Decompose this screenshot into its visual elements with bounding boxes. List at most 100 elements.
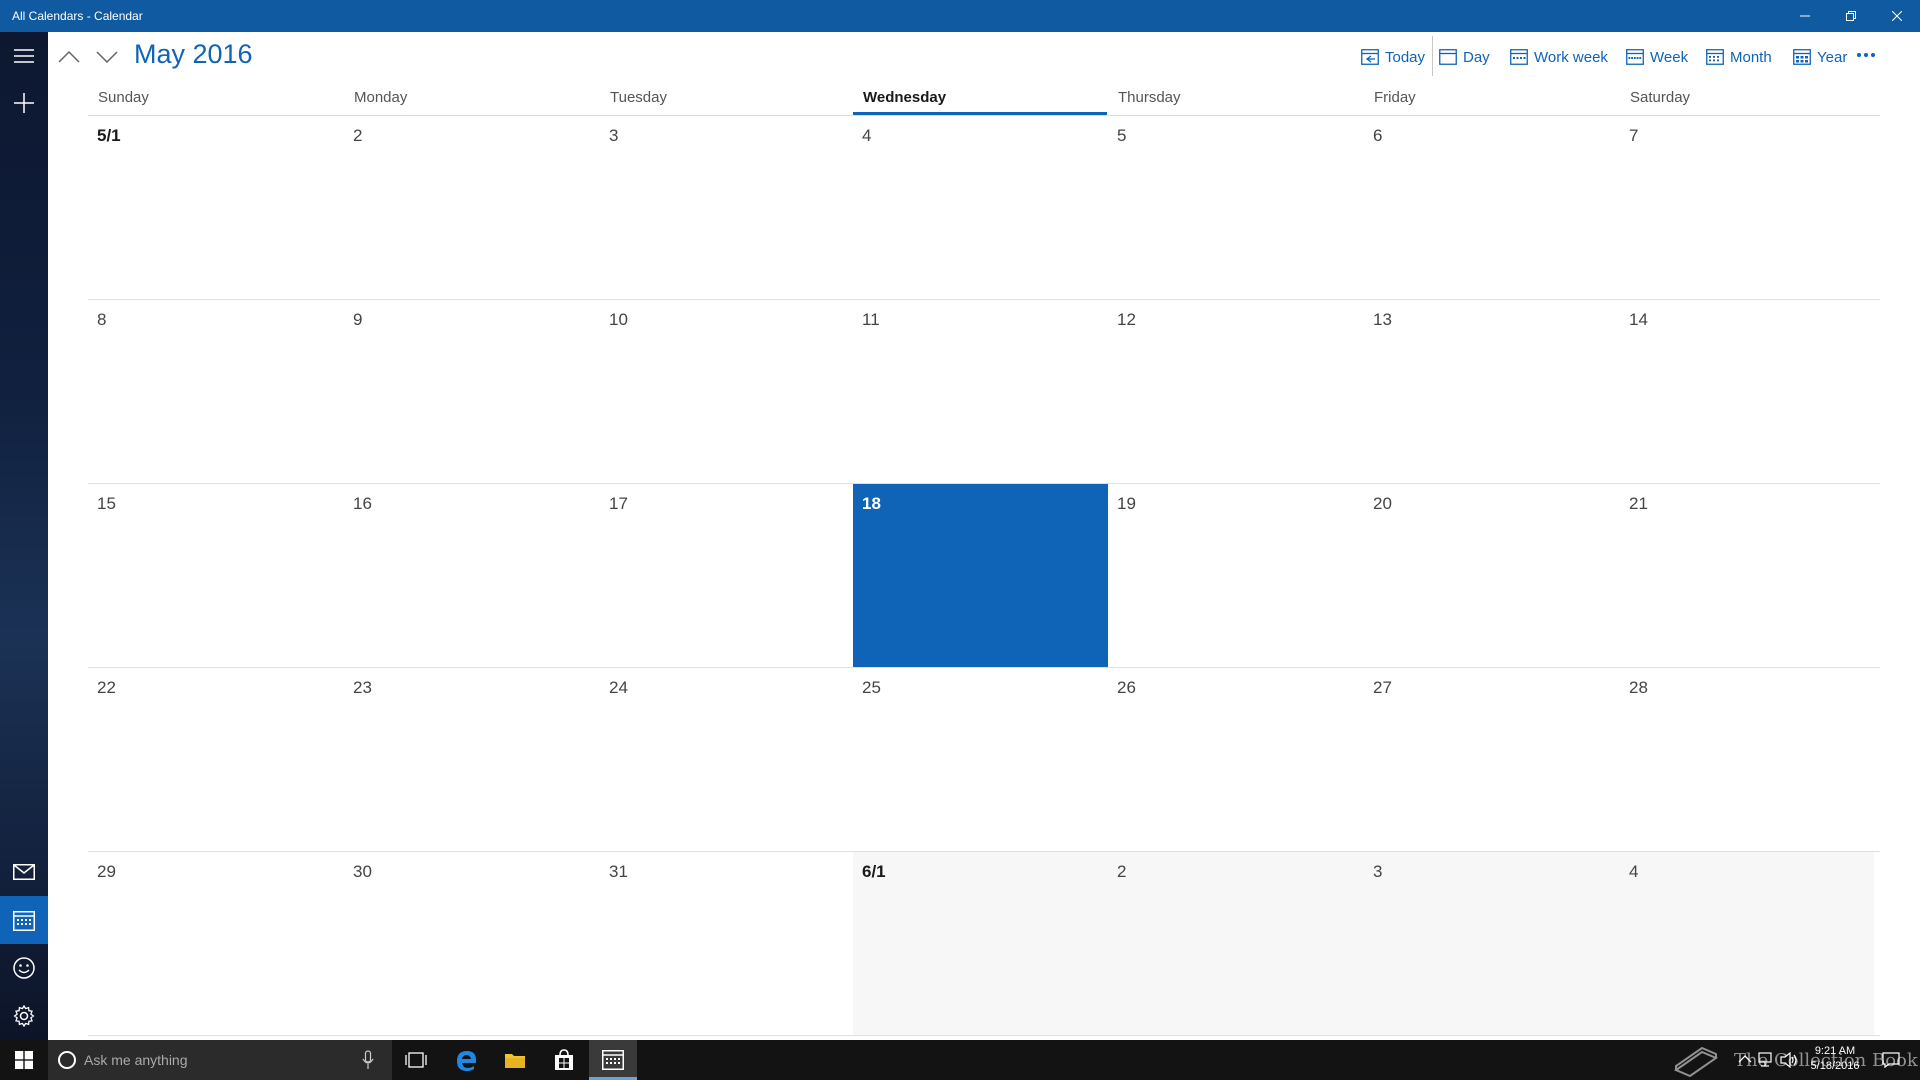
day-cell[interactable]: 4 [1620,852,1874,1036]
restore-button[interactable] [1828,0,1874,32]
minimize-button[interactable] [1782,0,1828,32]
day-view-button[interactable]: Day [1439,46,1490,68]
next-month-button[interactable] [92,42,122,72]
calendar-app-button[interactable] [589,1040,637,1080]
left-rail [0,32,48,1040]
month-view-icon [1706,49,1724,65]
day-number: 18 [862,494,881,513]
new-event-button[interactable] [0,79,48,127]
year-view-button[interactable]: Year [1793,46,1847,68]
title-bar: All Calendars - Calendar [0,0,1920,32]
gear-icon [13,1005,35,1027]
store-button[interactable] [540,1040,588,1080]
microphone-icon[interactable] [362,1050,374,1070]
day-cell[interactable]: 26 [1108,668,1364,852]
today-cell[interactable]: 18 [853,484,1108,668]
day-cell[interactable]: 19 [1108,484,1364,668]
day-cell[interactable]: 30 [344,852,600,1036]
hamburger-menu-button[interactable] [0,32,48,80]
day-cell[interactable]: 9 [344,300,600,484]
clock-time: 9:21 AM [1814,1045,1856,1057]
day-cell[interactable]: 8 [88,300,344,484]
settings-button[interactable] [0,992,48,1040]
day-number: 26 [1117,678,1136,697]
day-number: 6/1 [862,862,886,881]
calendar-icon [13,911,35,931]
month-view-button[interactable]: Month [1706,46,1772,68]
day-cell[interactable]: 25 [853,668,1108,852]
day-number: 10 [609,310,628,329]
day-cell[interactable]: 31 [600,852,853,1036]
day-cell[interactable]: 24 [600,668,853,852]
day-cell[interactable]: 2 [1108,852,1364,1036]
day-cell[interactable]: 6 [1364,116,1620,300]
day-number: 11 [862,310,880,329]
day-cell[interactable]: 28 [1620,668,1880,852]
day-cell[interactable]: 29 [88,852,344,1036]
file-explorer-button[interactable] [491,1040,539,1080]
work-week-view-icon [1510,49,1528,65]
day-cell[interactable]: 7 [1620,116,1880,300]
calendar-header: May 2016 Today Day Work week Week Month … [48,32,1920,82]
close-icon [1892,11,1902,21]
day-cell[interactable]: 3 [1364,852,1620,1036]
day-cell[interactable]: 3 [600,116,853,300]
day-cell[interactable]: 21 [1620,484,1880,668]
work-week-view-button[interactable]: Work week [1510,46,1608,68]
day-number: 14 [1629,310,1648,329]
today-button[interactable]: Today [1361,46,1425,68]
day-cell[interactable]: 22 [88,668,344,852]
volume-icon[interactable] [1780,1052,1798,1068]
day-number: 9 [353,310,363,329]
chevron-up-tray-icon[interactable] [1738,1052,1752,1066]
taskbar: Ask me anything The Collection Book 9:21… [0,1040,1920,1080]
today-label: Today [1385,48,1426,66]
day-cell[interactable]: 27 [1364,668,1620,852]
feedback-button[interactable] [0,944,48,992]
network-icon[interactable] [1758,1052,1776,1068]
day-number: 22 [97,678,116,697]
day-cell[interactable]: 14 [1620,300,1880,484]
day-cell[interactable]: 4 [853,116,1108,300]
day-view-icon [1439,49,1457,65]
today-icon [1361,49,1379,65]
action-center-icon[interactable] [1882,1052,1900,1068]
day-cell[interactable]: 20 [1364,484,1620,668]
close-button[interactable] [1874,0,1920,32]
more-options-button[interactable] [1848,42,1884,68]
day-cell[interactable]: 17 [600,484,853,668]
day-number: 20 [1373,494,1392,513]
day-cell[interactable]: 10 [600,300,853,484]
year-view-label: Year [1817,48,1848,66]
day-cell[interactable]: 16 [344,484,600,668]
calendar-button[interactable] [0,896,48,944]
week-view-button[interactable]: Week [1626,46,1688,68]
day-number: 5 [1117,126,1127,145]
day-cell[interactable]: 6/1 [853,852,1108,1036]
day-cell[interactable]: 11 [853,300,1108,484]
day-cell[interactable]: 5/1 [88,116,344,300]
task-view-button[interactable] [392,1040,440,1080]
search-placeholder: Ask me anything [84,1052,188,1068]
week-view-label: Week [1650,48,1689,66]
calendar-app-icon [602,1049,624,1070]
previous-month-button[interactable] [54,42,84,72]
window-title: All Calendars - Calendar [12,9,143,23]
mail-button[interactable] [0,848,48,896]
day-cell[interactable]: 23 [344,668,600,852]
edge-browser-button[interactable] [442,1040,490,1080]
start-button[interactable] [0,1040,48,1080]
more-icon [1857,53,1875,57]
day-cell[interactable]: 12 [1108,300,1364,484]
view-separator [1432,36,1433,76]
day-cell[interactable]: 13 [1364,300,1620,484]
task-view-icon [405,1052,427,1068]
day-cell[interactable]: 2 [344,116,600,300]
day-cell[interactable]: 15 [88,484,344,668]
month-title[interactable]: May 2016 [134,39,253,70]
clock[interactable]: 9:21 AM 5/18/2016 [1800,1044,1870,1074]
day-number: 28 [1629,678,1648,697]
edge-icon [457,1051,476,1071]
search-box[interactable]: Ask me anything [48,1040,392,1080]
day-cell[interactable]: 5 [1108,116,1364,300]
